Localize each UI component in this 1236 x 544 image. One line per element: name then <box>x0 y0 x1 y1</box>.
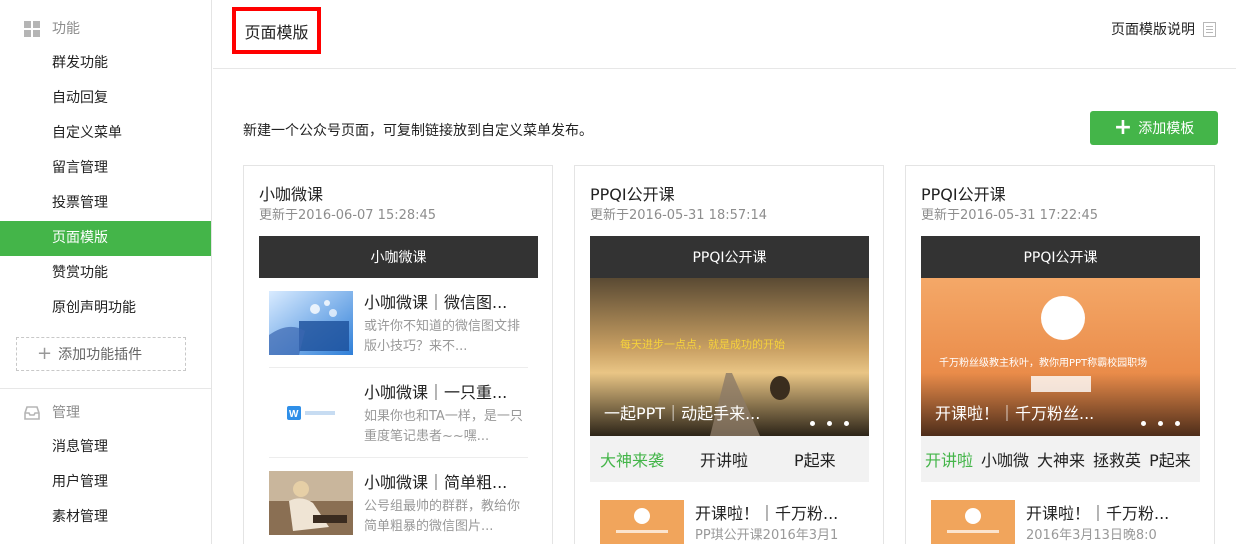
card-updated-time: 更新于2016-05-31 18:57:14 <box>590 208 768 223</box>
tab-item[interactable]: 拯救英 <box>1093 447 1141 471</box>
card-preview: PPQI公开课 千万粉丝级教主秋叶，教你用PPT称霸校园职场 开课啦！｜千万粉丝… <box>921 236 1200 544</box>
preview-tabs: 开讲啦 小咖微 大神来 拯救英 P起来 <box>921 436 1200 482</box>
article-thumbnail <box>600 500 684 544</box>
article-title: 小咖微课｜微信图... <box>364 292 508 312</box>
article-thumbnail <box>269 471 353 535</box>
plus-icon: + <box>37 343 53 364</box>
banner-image: 每天进步一点点，就是成功的开始 一起PPT｜动起手来... <box>590 278 869 436</box>
template-help-label: 页面模版说明 <box>1111 22 1195 38</box>
preview-header: 小咖微课 <box>259 236 538 278</box>
svg-text:W: W <box>289 409 299 420</box>
preview-header: PPQI公开课 <box>590 236 869 278</box>
inbox-icon <box>24 406 40 420</box>
tab-item[interactable]: 小咖微 <box>981 447 1029 471</box>
sidebar-item-mass-send[interactable]: 群发功能 <box>0 46 211 81</box>
article-title: 小咖微课｜一只重... <box>364 382 508 402</box>
template-card[interactable]: PPQI公开课 更新于2016-05-31 17:22:45 PPQI公开课 千… <box>905 165 1215 544</box>
article-title: 小咖微课｜简单粗... <box>364 473 508 492</box>
header-divider <box>213 68 1236 69</box>
preview-header: PPQI公开课 <box>921 236 1200 278</box>
add-template-label: 添加模板 <box>1138 121 1195 137</box>
sidebar-item-auto-reply[interactable]: 自动回复 <box>0 81 211 116</box>
list-item: 小咖微课｜微信图... 或许你不知道的微信图文排版小技巧？来不... <box>269 278 528 368</box>
sidebar-item-voting[interactable]: 投票管理 <box>0 186 211 221</box>
sidebar-item-materials[interactable]: 素材管理 <box>0 500 211 535</box>
sidebar-divider <box>0 388 211 389</box>
sidebar-item-messages[interactable]: 消息管理 <box>0 430 211 465</box>
document-icon <box>1203 21 1216 37</box>
grid-icon <box>24 21 40 37</box>
banner-caption: 一起PPT｜动起手来... <box>604 404 761 423</box>
sidebar-item-custom-menu[interactable]: 自定义菜单 <box>0 116 211 151</box>
sidebar-item-comments[interactable]: 留言管理 <box>0 151 211 186</box>
article-summary: 或许你不知道的微信图文排版小技巧？来不... <box>364 318 521 354</box>
carousel-dots[interactable] <box>1141 421 1180 426</box>
banner-caption: 开课啦！｜千万粉丝... <box>935 404 1095 423</box>
tab-item[interactable]: 开讲啦 <box>700 447 748 471</box>
template-help-link[interactable]: 页面模版说明 <box>1111 19 1216 39</box>
carousel-dots[interactable] <box>810 421 849 426</box>
banner-text: 每天进步一点点，就是成功的开始 <box>620 337 785 351</box>
sidebar: 功能 群发功能 自动回复 自定义菜单 留言管理 投票管理 页面模版 赞赏功能 原… <box>0 0 212 544</box>
card-title: PPQI公开课 <box>921 185 1006 204</box>
tab-item[interactable]: 开讲啦 <box>925 447 973 471</box>
card-preview: PPQI公开课 每天进步一点点，就是成功的开始 一起PPT｜动起手来... 大神… <box>590 236 869 544</box>
card-preview: 小咖微课 小咖微课｜微信图... 或许你不知道的微信图文排版小技巧？来不... <box>259 236 538 544</box>
page-title: 页面模版 <box>232 7 321 54</box>
card-updated-time: 更新于2016-06-07 15:28:45 <box>259 208 437 223</box>
card-title: PPQI公开课 <box>590 185 675 204</box>
add-template-button[interactable]: + 添加模板 <box>1090 111 1218 145</box>
article-title: 开课啦！｜千万粉... <box>1026 504 1170 523</box>
tab-item[interactable]: 大神来 <box>1037 447 1085 471</box>
article-summary: 如果你也和TA一样，是一只重度笔记患者~~嘿... <box>364 408 523 444</box>
page-description: 新建一个公众号页面，可复制链接放到自定义菜单发布。 <box>243 123 593 139</box>
sidebar-item-rewards[interactable]: 赞赏功能 <box>0 256 211 291</box>
sidebar-item-users[interactable]: 用户管理 <box>0 465 211 500</box>
banner-text: 千万粉丝级教主秋叶，教你用PPT称霸校园职场 <box>939 356 1147 369</box>
banner-image: 千万粉丝级教主秋叶，教你用PPT称霸校园职场 开课啦！｜千万粉丝... <box>921 278 1200 436</box>
tab-item[interactable]: 大神来袭 <box>600 447 664 471</box>
list-item: 小咖微课｜简单粗... 公号组最帅的群群，教给你简单粗暴的微信图片... <box>269 458 528 544</box>
plus-icon: + <box>1113 115 1133 140</box>
article-summary: 2016年3月13日晚8:0 <box>1026 528 1157 543</box>
section-management: 管理 <box>0 395 211 429</box>
list-item: 开课啦！｜千万粉... 2016年3月13日晚8:0 <box>921 482 1200 544</box>
template-card[interactable]: PPQI公开课 更新于2016-05-31 18:57:14 PPQI公开课 每… <box>574 165 884 544</box>
template-card[interactable]: 小咖微课 更新于2016-06-07 15:28:45 小咖微课 小咖微课｜微信… <box>243 165 553 544</box>
sidebar-item-originality[interactable]: 原创声明功能 <box>0 291 211 326</box>
article-summary: PP琪公开课2016年3月1 <box>695 528 839 543</box>
add-plugin-button[interactable]: + 添加功能插件 <box>16 337 186 371</box>
preview-tabs: 大神来袭 开讲啦 P起来 <box>590 436 869 482</box>
article-title: 开课啦！｜千万粉... <box>695 504 839 523</box>
card-title: 小咖微课 <box>259 185 324 204</box>
section-management-label: 管理 <box>52 405 80 421</box>
add-plugin-label: 添加功能插件 <box>58 347 143 363</box>
section-functions-label: 功能 <box>52 21 80 37</box>
card-updated-time: 更新于2016-05-31 17:22:45 <box>921 208 1099 223</box>
list-item: W 小咖微课｜一只重... 如果你也和TA一样，是一只重度笔记患者~~嘿... <box>269 368 528 458</box>
section-functions: 功能 <box>0 11 211 45</box>
article-thumbnail <box>269 290 353 355</box>
article-thumbnail <box>931 500 1015 544</box>
list-item: 开课啦！｜千万粉... PP琪公开课2016年3月1 <box>590 482 869 544</box>
sidebar-item-page-templates[interactable]: 页面模版 <box>0 221 211 256</box>
tab-item[interactable]: P起来 <box>794 447 836 471</box>
article-thumbnail: W <box>269 380 353 445</box>
article-summary: 公号组最帅的群群，教给你简单粗暴的微信图片... <box>364 499 521 534</box>
tab-item[interactable]: P起来 <box>1149 447 1191 471</box>
